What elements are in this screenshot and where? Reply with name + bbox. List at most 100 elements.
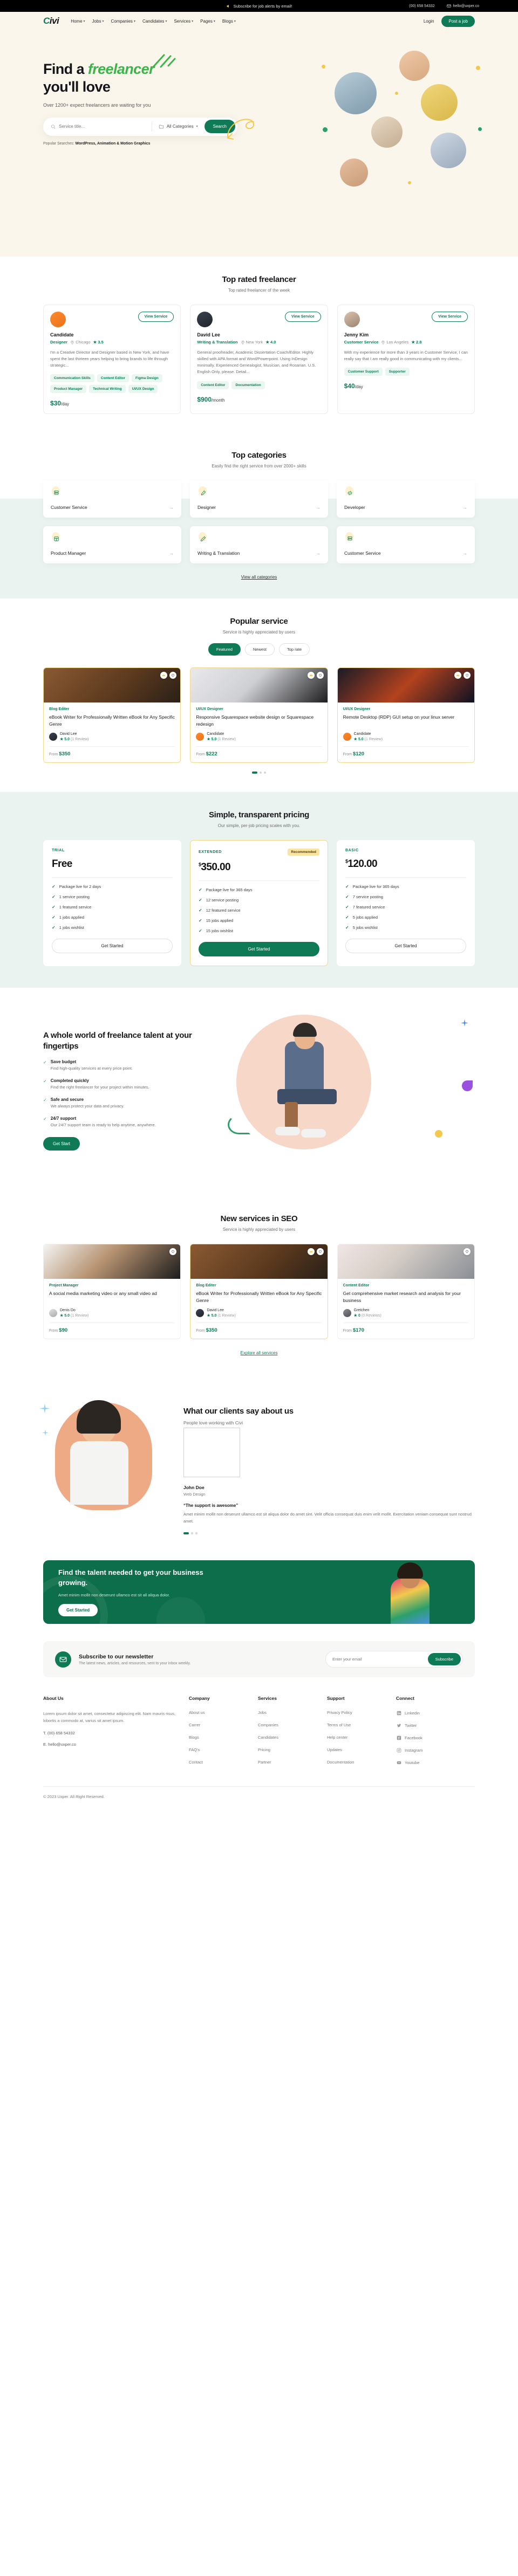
newsletter-subscribe-button[interactable]: Subscribe (427, 1653, 461, 1666)
get-started-button[interactable]: Get Started (199, 942, 319, 957)
topbar-email-group[interactable]: hello@uxper.co (446, 4, 479, 8)
carousel-dot-active[interactable] (252, 772, 257, 774)
view-service-button[interactable]: View Service (138, 312, 174, 322)
tag[interactable]: Documentation (231, 381, 265, 389)
category-card-writing-translation[interactable]: Writing & Translation → (190, 526, 328, 564)
get-start-button[interactable]: Get Start (43, 1137, 80, 1151)
tab-newest[interactable]: Newest (244, 643, 275, 656)
footer-link[interactable]: Terms of Use (327, 1723, 396, 1727)
tag[interactable]: Content Editor (197, 381, 229, 389)
nav-item-candidates[interactable]: Candidates ▾ (142, 19, 167, 24)
service-price: From $350 (196, 1327, 322, 1333)
service-card[interactable]: Blog Editer eBook Writer for Professiona… (190, 1244, 328, 1340)
view-all-categories-link[interactable]: View all categories (241, 575, 277, 580)
popular-searches-terms[interactable]: WordPress, Animation & Motion Graphics (76, 142, 151, 146)
carousel-dot[interactable] (264, 772, 266, 774)
tab-featured[interactable]: Featured (208, 643, 241, 656)
tag[interactable]: UI/UX Design (128, 385, 158, 394)
view-service-button[interactable]: View Service (432, 312, 468, 322)
search-field-group[interactable] (43, 124, 152, 129)
nav-item-home[interactable]: Home ▾ (71, 19, 85, 24)
explore-all-services-link[interactable]: Explore all services (241, 1351, 278, 1355)
wishlist-heart-icon[interactable] (169, 1248, 177, 1256)
category-card-customer-service[interactable]: Customer Service → (43, 480, 181, 518)
category-card-customer-service-2[interactable]: Customer Service → (337, 526, 475, 564)
nav-item-blogs[interactable]: Blogs ▾ (222, 19, 236, 24)
get-started-button[interactable]: Get Started (345, 939, 466, 954)
footer-link[interactable]: Companies (258, 1723, 327, 1727)
tab-top-rate[interactable]: Top rate (278, 643, 310, 656)
footer-link[interactable]: Blogs (189, 1735, 258, 1740)
social-link-twitter[interactable]: Twitter (396, 1723, 465, 1728)
search-input[interactable] (59, 124, 144, 129)
category-select[interactable]: All Categories ▾ (152, 124, 205, 129)
service-thumbnail (44, 668, 181, 703)
footer-link[interactable]: Partner (258, 1760, 327, 1765)
nav-item-companies[interactable]: Companies ▾ (111, 19, 135, 24)
section-subtitle: Service is highly appreciated by users (222, 630, 296, 635)
wishlist-heart-icon[interactable] (316, 672, 324, 679)
tag[interactable]: Communication Skills (50, 374, 94, 383)
login-link[interactable]: Login (424, 19, 434, 24)
footer-link[interactable]: FAQ's (189, 1747, 258, 1752)
tag[interactable]: Content Editor (97, 374, 130, 383)
footer-link[interactable]: About us (189, 1710, 258, 1715)
topbar-phone[interactable]: (00) 658 54332 (409, 4, 434, 8)
post-a-job-button[interactable]: Post a job (441, 15, 475, 27)
category-card-product-manager[interactable]: Product Manager → (43, 526, 181, 564)
carousel-dot[interactable] (195, 1532, 197, 1535)
service-card[interactable]: Blog Editer eBook Writer for Professiona… (43, 667, 181, 763)
category-card-developer[interactable]: Developer → (337, 480, 475, 518)
footer-link[interactable]: Jobs (258, 1710, 327, 1715)
tag[interactable]: Figma Design (132, 374, 162, 383)
footer-link[interactable]: Candidates (258, 1735, 327, 1740)
wishlist-heart-icon[interactable] (316, 1248, 324, 1256)
wishlist-heart-icon[interactable] (463, 1248, 471, 1256)
social-label: Youtube (405, 1760, 420, 1765)
nav-item-jobs[interactable]: Jobs ▾ (92, 19, 104, 24)
wishlist-heart-icon[interactable] (463, 672, 471, 679)
footer-link[interactable]: Updates (327, 1747, 396, 1752)
freelancer-card[interactable]: View Service Jenny Kim Customer Service … (337, 305, 475, 415)
service-card[interactable]: Project Manager A social media marketing… (43, 1244, 181, 1340)
logo-rest: ivi (49, 16, 59, 26)
carousel-dot[interactable] (260, 772, 262, 774)
get-started-button[interactable]: Get Started (52, 939, 173, 954)
footer-phone[interactable]: T. (00) 658 54332 (43, 1731, 189, 1735)
tag[interactable]: Product Manager (50, 385, 87, 394)
avatar (371, 116, 403, 148)
tag[interactable]: Technical Writing (89, 385, 126, 394)
view-service-button[interactable]: View Service (284, 312, 321, 322)
footer-link[interactable]: Carrer (189, 1723, 258, 1727)
social-link-instagram[interactable]: Instagram (396, 1747, 465, 1753)
service-card[interactable]: UI/UX Designer Remote Desktop (RDP) GUI … (337, 667, 475, 763)
author-rating-group: ★ 5.0 (1 Review) (207, 1313, 235, 1318)
footer-link[interactable]: Help center (327, 1735, 396, 1740)
freelancer-card[interactable]: View Service Candidate Designer Chicago … (43, 305, 181, 415)
footer-link[interactable]: Privacy Policy (327, 1710, 396, 1715)
service-category: Blog Editer (49, 707, 70, 712)
carousel-dot[interactable] (191, 1532, 193, 1535)
wishlist-heart-icon[interactable] (169, 672, 177, 679)
freelancer-rating-group: ★ 4.0 (265, 340, 276, 345)
social-link-facebook[interactable]: Facebook (396, 1735, 465, 1740)
freelancer-card[interactable]: View Service David Lee Writing & Transla… (190, 305, 328, 415)
footer-link[interactable]: Documentation (327, 1760, 396, 1765)
category-card-designer[interactable]: Designer → (190, 480, 328, 518)
carousel-dot-active[interactable] (183, 1532, 189, 1535)
social-link-youtube[interactable]: Youtube (396, 1760, 465, 1765)
nav-item-pages[interactable]: Pages ▾ (200, 19, 215, 24)
footer-email[interactable]: E. hello@uxper.co (43, 1742, 189, 1747)
footer-link[interactable]: Pricing (258, 1747, 327, 1752)
tag[interactable]: Customer Support (344, 368, 383, 376)
nav-item-services[interactable]: Services ▾ (174, 19, 193, 24)
cta-get-started-button[interactable]: Get Started (58, 1603, 98, 1616)
tag[interactable]: Supporter (385, 368, 410, 376)
service-card[interactable]: Content Editor Get comprehensive market … (337, 1244, 475, 1340)
avatar-photo (50, 312, 66, 327)
newsletter-email-input[interactable] (332, 1657, 428, 1662)
site-logo[interactable]: Civi (43, 16, 59, 26)
social-link-linkedin[interactable]: Linkedin (396, 1710, 465, 1716)
service-card[interactable]: UI/UX Designer Responsive Squarespace we… (190, 667, 328, 763)
footer-link[interactable]: Contact (189, 1760, 258, 1765)
